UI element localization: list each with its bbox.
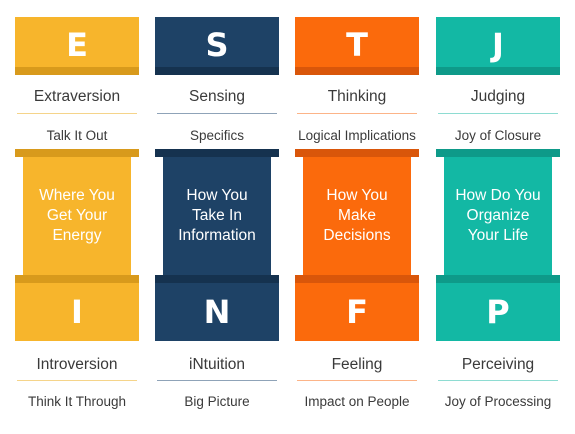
pillar-shaft: How You Make Decisions	[303, 157, 411, 275]
divider	[297, 113, 417, 114]
pillar-cap-bottom	[295, 275, 419, 283]
bottom-letter-block: P	[436, 283, 560, 341]
bottom-sublabel-text: Joy of Processing	[444, 393, 552, 409]
bottom-sublabel: Big Picture	[155, 386, 279, 416]
bottom-sublabel-text: Impact on People	[304, 393, 410, 409]
pillar-cap-top	[155, 149, 279, 157]
top-letter-block: J	[436, 17, 560, 72]
pillar-text: How You Take In Information	[178, 187, 256, 244]
pillar-cap-top	[436, 149, 560, 157]
bottom-sublabel-text: Think It Through	[27, 393, 127, 409]
mbti-dichotomies-diagram: E Extraversion Talk It Out Where You Get…	[0, 0, 575, 434]
top-letter: E	[66, 25, 88, 64]
bottom-label: Perceiving	[461, 356, 535, 373]
divider	[17, 113, 137, 114]
top-sublabel: Logical Implications	[295, 122, 419, 148]
column-thinking-feeling: T Thinking Logical Implications How You …	[295, 0, 419, 434]
bottom-sublabel: Impact on People	[295, 386, 419, 416]
pillar-cap-bottom	[15, 275, 139, 283]
bottom-label: Feeling	[331, 356, 383, 373]
top-letter-band	[295, 67, 419, 75]
pillar-text: How You Make Decisions	[323, 187, 391, 244]
pillar-shaft: Where You Get Your Energy	[23, 157, 131, 275]
divider	[297, 380, 417, 381]
top-letter-block: S	[155, 17, 279, 72]
bottom-sublabel: Joy of Processing	[436, 386, 560, 416]
top-sublabel: Talk It Out	[15, 122, 139, 148]
bottom-letter: N	[203, 293, 231, 331]
bottom-letter-block: N	[155, 283, 279, 341]
top-label: Judging	[470, 88, 526, 105]
top-label: Thinking	[327, 88, 387, 105]
pillar-text: Where You Get Your Energy	[39, 187, 115, 244]
bottom-sublabel-text: Big Picture	[184, 393, 250, 409]
top-letter-band	[15, 67, 139, 75]
divider	[438, 380, 558, 381]
divider	[17, 380, 137, 381]
top-letter-band	[436, 67, 560, 75]
bottom-letter: P	[486, 293, 510, 331]
bottom-letter: I	[71, 293, 83, 331]
pillar-shaft: How Do You Organize Your Life	[444, 157, 552, 275]
bottom-letter-block: I	[15, 283, 139, 341]
top-letter: J	[492, 25, 504, 64]
top-letter: S	[205, 25, 229, 64]
divider	[157, 113, 277, 114]
top-label: Extraversion	[33, 88, 121, 105]
top-sublabel-text: Specifics	[189, 127, 245, 143]
column-judging-perceiving: J Judging Joy of Closure How Do You Orga…	[436, 0, 560, 434]
top-letter: T	[346, 25, 368, 64]
column-extraversion-introversion: E Extraversion Talk It Out Where You Get…	[15, 0, 139, 434]
pillar-cap-bottom	[155, 275, 279, 283]
bottom-sublabel: Think It Through	[15, 386, 139, 416]
top-sublabel: Joy of Closure	[436, 122, 560, 148]
top-letter-block: E	[15, 17, 139, 72]
top-letter-band	[155, 67, 279, 75]
pillar-cap-bottom	[436, 275, 560, 283]
top-sublabel-text: Joy of Closure	[454, 127, 542, 143]
bottom-letter: F	[346, 293, 368, 331]
pillar-cap-top	[15, 149, 139, 157]
column-sensing-intuition: S Sensing Specifics How You Take In Info…	[155, 0, 279, 434]
bottom-label: iNtuition	[189, 356, 245, 373]
top-letter-block: T	[295, 17, 419, 72]
bottom-letter-block: F	[295, 283, 419, 341]
divider	[438, 113, 558, 114]
divider	[157, 380, 277, 381]
top-sublabel-text: Talk It Out	[46, 127, 108, 143]
top-sublabel: Specifics	[155, 122, 279, 148]
top-label: Sensing	[188, 88, 245, 105]
pillar-text: How Do You Organize Your Life	[455, 187, 541, 244]
top-sublabel-text: Logical Implications	[298, 127, 416, 143]
pillar-shaft: How You Take In Information	[163, 157, 271, 275]
pillar-cap-top	[295, 149, 419, 157]
bottom-label: Introversion	[36, 356, 118, 373]
